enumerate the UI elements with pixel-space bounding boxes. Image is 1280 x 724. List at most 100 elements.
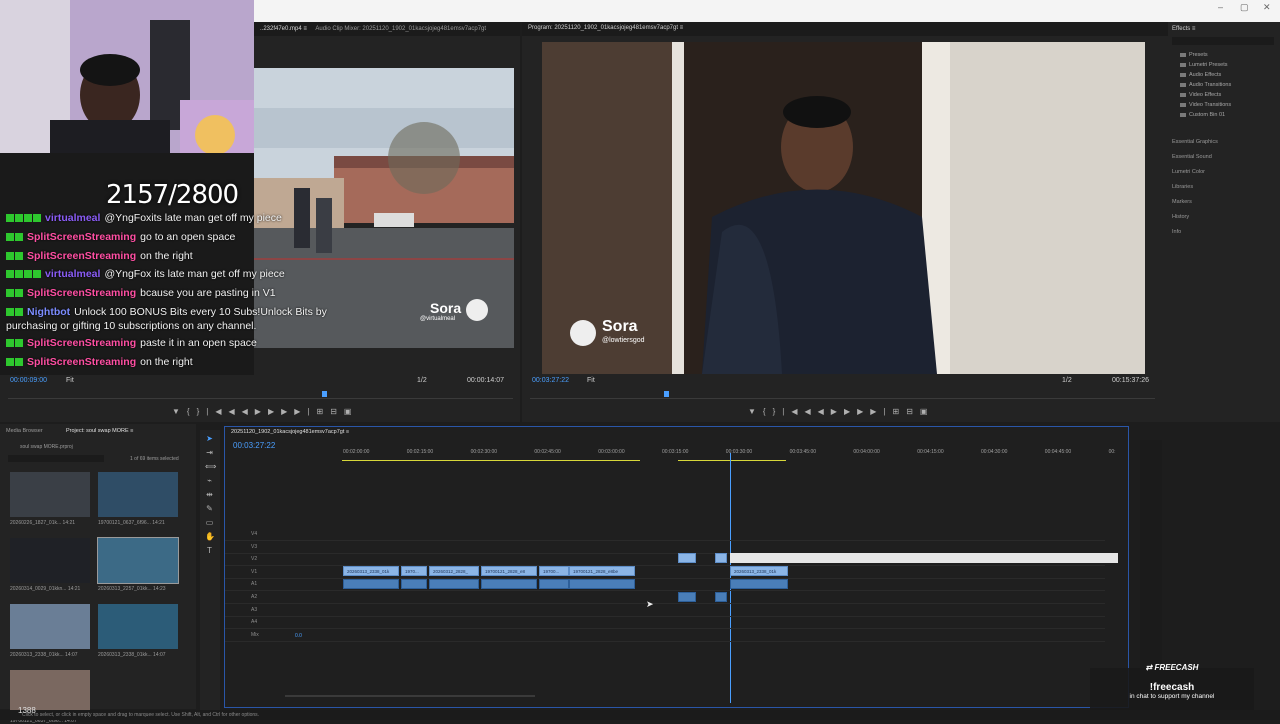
- track-label[interactable]: A4: [251, 619, 257, 625]
- track-row-v3[interactable]: V3: [225, 542, 1105, 554]
- audio-clip[interactable]: [481, 579, 537, 589]
- audio-clip[interactable]: [343, 579, 399, 589]
- program-fit-dropdown[interactable]: Fit: [587, 377, 595, 384]
- video-clip[interactable]: 20260313_2338_01k: [343, 566, 399, 576]
- panel-section-tab[interactable]: Essential Graphics: [1172, 139, 1218, 145]
- hand-tool-icon[interactable]: ✋: [205, 532, 215, 541]
- close-button[interactable]: ✕: [1263, 2, 1271, 13]
- chat-username[interactable]: SplitScreenStreaming: [27, 337, 136, 349]
- chat-username[interactable]: SplitScreenStreaming: [27, 250, 136, 262]
- panel-section-tab[interactable]: Lumetri Color: [1172, 169, 1205, 175]
- program-zoom-dropdown[interactable]: 1/2: [1062, 377, 1072, 384]
- effects-search-input[interactable]: [1172, 37, 1274, 45]
- video-clip-fragment[interactable]: [678, 553, 696, 563]
- track-label[interactable]: Mix: [251, 632, 259, 638]
- program-transport-controls[interactable]: ▼{}|◀◀◀▶▶▶▶|⊞⊟▣: [748, 407, 934, 416]
- program-title[interactable]: Program: 20251120_1902_01kacsjojeg481ems…: [528, 25, 683, 31]
- chat-username[interactable]: SplitScreenStreaming: [27, 356, 136, 368]
- panel-section-tab[interactable]: Essential Sound: [1172, 154, 1212, 160]
- project-clip-thumbnail[interactable]: [98, 604, 178, 649]
- video-clip[interactable]: 19700...: [539, 566, 569, 576]
- program-playhead[interactable]: [664, 391, 669, 397]
- video-clip-fragment[interactable]: [715, 553, 727, 563]
- source-fit-dropdown[interactable]: Fit: [66, 377, 74, 384]
- sequence-tab[interactable]: 20251120_1902_01kacsjojeg481emsv7acp7gt …: [231, 429, 349, 435]
- chat-badges-icon: [6, 337, 24, 349]
- audio-clip-fragment[interactable]: [678, 592, 696, 602]
- effects-folder-item[interactable]: Video Effects: [1180, 92, 1221, 98]
- source-zoom-dropdown[interactable]: 1/2: [417, 377, 427, 384]
- pen-tool-icon[interactable]: ✎: [205, 504, 214, 513]
- panel-section-tab[interactable]: Libraries: [1172, 184, 1193, 190]
- video-clip[interactable]: 20260312_2828_: [429, 566, 479, 576]
- audio-clip[interactable]: [401, 579, 427, 589]
- adjustment-layer-clip[interactable]: [730, 553, 1118, 563]
- program-scrub-bar[interactable]: [530, 398, 1155, 399]
- track-label[interactable]: A1: [251, 581, 257, 587]
- timeline-timecode[interactable]: 00:03:27:22: [233, 441, 275, 450]
- minimize-button[interactable]: –: [1218, 2, 1223, 12]
- panel-section-tab[interactable]: Markers: [1172, 199, 1192, 205]
- program-timecode[interactable]: 00:03:27:22: [532, 377, 569, 384]
- source-timecode[interactable]: 00:00:09:00: [10, 377, 47, 384]
- track-label[interactable]: V3: [251, 544, 257, 550]
- chat-username[interactable]: SplitScreenStreaming: [27, 287, 136, 299]
- tab-project[interactable]: Project: soul swap MORE ≡: [66, 428, 133, 434]
- audio-clip-fragment[interactable]: [715, 592, 727, 602]
- project-clip-thumbnail[interactable]: [10, 472, 90, 517]
- track-select-tool-icon[interactable]: ⇥: [205, 448, 214, 457]
- panel-section-tab[interactable]: Info: [1172, 229, 1181, 235]
- rectangle-tool-icon[interactable]: ▭: [205, 518, 214, 527]
- ripple-edit-tool-icon[interactable]: ⟺: [205, 462, 216, 471]
- effects-folder-item[interactable]: Presets: [1180, 52, 1208, 58]
- tab-source[interactable]: ..232f47e0.mp4 ≡: [260, 22, 307, 36]
- timeline-horizontal-scrollbar[interactable]: [285, 695, 535, 697]
- project-clip-thumbnail[interactable]: [98, 472, 178, 517]
- chat-username[interactable]: virtualmeal: [45, 212, 100, 224]
- tab-audio-clip-mixer[interactable]: Audio Clip Mixer: 20251120_1902_01kacsjo…: [315, 22, 486, 36]
- track-label[interactable]: V4: [251, 531, 257, 537]
- video-clip[interactable]: 1970...: [401, 566, 427, 576]
- video-clip[interactable]: 19700121_2828_e8be: [569, 566, 635, 576]
- chat-username[interactable]: virtualmeal: [45, 268, 100, 280]
- slip-tool-icon[interactable]: ⇹: [205, 490, 214, 499]
- project-clip-thumbnail[interactable]: [10, 604, 90, 649]
- razor-tool-icon[interactable]: ⌁: [205, 476, 214, 485]
- source-transport-controls[interactable]: ▼{}|◀◀◀▶▶▶▶|⊞⊟▣: [172, 407, 358, 416]
- chat-badges-icon: [6, 250, 24, 262]
- audio-clip[interactable]: [569, 579, 635, 589]
- track-row-a2[interactable]: A2: [225, 592, 1105, 604]
- tab-media-browser[interactable]: Media Browser: [6, 428, 43, 434]
- track-row-a3[interactable]: A3: [225, 605, 1105, 617]
- track-label[interactable]: V2: [251, 556, 257, 562]
- effects-folder-item[interactable]: Audio Transitions: [1180, 82, 1231, 88]
- source-scrub-bar[interactable]: [8, 398, 513, 399]
- panel-section-tab[interactable]: History: [1172, 214, 1189, 220]
- source-playhead[interactable]: [322, 391, 327, 397]
- effects-folder-item[interactable]: Lumetri Presets: [1180, 62, 1228, 68]
- audio-clip[interactable]: [429, 579, 479, 589]
- effects-title[interactable]: Effects ≡: [1172, 26, 1195, 32]
- effects-folder-item[interactable]: Custom Bin 01: [1180, 112, 1225, 118]
- track-row-mix[interactable]: Mix: [225, 630, 1105, 642]
- video-clip[interactable]: 19700121_2828_e8: [481, 566, 537, 576]
- selection-tool-icon[interactable]: ➤: [205, 434, 214, 443]
- project-search-input[interactable]: [8, 455, 104, 462]
- audio-clip[interactable]: [730, 579, 788, 589]
- effects-folder-item[interactable]: Video Transitions: [1180, 102, 1231, 108]
- track-label[interactable]: A2: [251, 594, 257, 600]
- track-label[interactable]: A3: [251, 607, 257, 613]
- audio-clip[interactable]: [539, 579, 569, 589]
- track-row-a4[interactable]: A4: [225, 617, 1105, 630]
- project-clip-thumbnail[interactable]: [97, 537, 179, 584]
- track-label[interactable]: V1: [251, 569, 257, 575]
- chat-username[interactable]: Nightbot: [27, 306, 70, 318]
- type-tool-icon[interactable]: T: [205, 546, 214, 555]
- effects-folder-item[interactable]: Audio Effects: [1180, 72, 1221, 78]
- maximize-button[interactable]: ▢: [1240, 2, 1249, 13]
- chat-username[interactable]: SplitScreenStreaming: [27, 231, 136, 243]
- project-clip-thumbnail[interactable]: [10, 538, 90, 583]
- track-row-v4[interactable]: V4: [225, 529, 1105, 541]
- mix-volume-value[interactable]: 0.0: [295, 633, 302, 639]
- video-clip[interactable]: 20260313_2338_01k: [730, 566, 788, 576]
